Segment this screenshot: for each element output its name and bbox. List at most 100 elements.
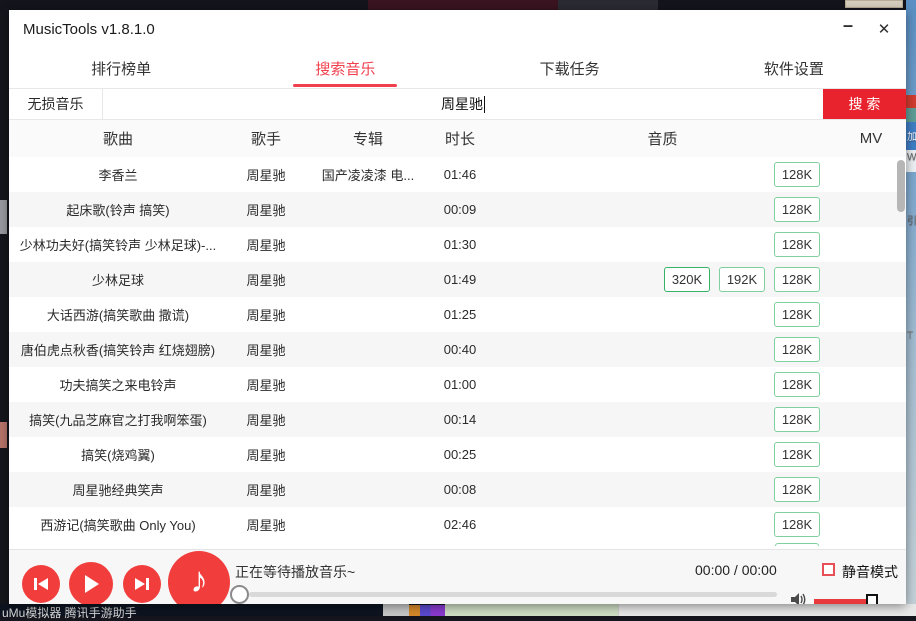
quality-download-button[interactable]: 320K xyxy=(664,267,710,292)
minimize-button[interactable]: – xyxy=(830,10,866,48)
quality-download-button[interactable]: 128K xyxy=(774,477,820,502)
duration: 01:49 xyxy=(431,272,489,287)
artist-name: 周星驰 xyxy=(227,200,305,219)
quality-cell: 128K xyxy=(489,407,836,432)
quality-download-button[interactable]: 128K xyxy=(774,337,820,362)
desktop-icon-label: W xyxy=(907,152,916,163)
table-row[interactable]: 起床歌(铃声 搞笑)周星驰00:09128K xyxy=(9,192,906,227)
text-caret xyxy=(484,96,485,113)
header-artist: 歌手 xyxy=(227,128,305,149)
quality-cell: 128K xyxy=(489,512,836,537)
player-bar: ♪ 正在等待播放音乐~ 00:00 / 00:00 静音模式 xyxy=(9,549,906,604)
musictools-window: MusicTools v1.8.1.0 – ✕ 排行榜单 搜索音乐 下载任务 软… xyxy=(9,10,906,604)
volume-handle[interactable] xyxy=(866,594,878,604)
duration: 01:30 xyxy=(431,237,489,252)
quality-cell: 128K xyxy=(489,372,836,397)
source-select[interactable]: 无损音乐 xyxy=(9,89,103,119)
table-row[interactable]: 少林足球周星驰 01:49 320K 192K 128K xyxy=(9,262,906,297)
duration: 00:40 xyxy=(431,342,489,357)
desktop-left-strip xyxy=(0,10,9,616)
table-row[interactable]: 周星驰经典笑声周星驰00:08128K xyxy=(9,472,906,507)
tab-bar: 排行榜单 搜索音乐 下载任务 软件设置 xyxy=(9,48,906,88)
header-quality: 音质 xyxy=(489,128,836,149)
header-album: 专辑 xyxy=(305,128,431,149)
quality-cell: 128K xyxy=(489,442,836,467)
quality-download-button[interactable]: 128K xyxy=(774,512,820,537)
previous-track-button[interactable] xyxy=(22,565,60,603)
volume-icon[interactable] xyxy=(791,592,808,604)
table-row[interactable]: 搞笑(烧鸡翼)周星驰00:25128K xyxy=(9,437,906,472)
table-row[interactable]: 搞笑(九品芝麻官之打我啊笨蛋)周星驰00:14128K xyxy=(9,402,906,437)
quality-download-button[interactable]: 128K xyxy=(774,232,820,257)
play-button[interactable] xyxy=(69,562,113,604)
close-button[interactable]: ✕ xyxy=(866,14,902,44)
artist-name: 周星驰 xyxy=(227,165,305,184)
next-track-button[interactable] xyxy=(123,565,161,603)
quality-download-button[interactable]: 128K xyxy=(774,372,820,397)
album-disc-button[interactable]: ♪ xyxy=(168,551,230,604)
desktop-top-strip xyxy=(0,0,916,10)
song-title: 少林功夫好(搞笑铃声 少林足球)-... xyxy=(9,235,227,254)
quality-download-button[interactable]: 128K xyxy=(774,197,820,222)
header-song: 歌曲 xyxy=(9,128,227,149)
progress-track[interactable] xyxy=(249,592,777,597)
desktop-icon-label: T xyxy=(907,330,916,341)
quality-cell: 128K xyxy=(489,162,836,187)
tab-settings[interactable]: 软件设置 xyxy=(682,48,906,88)
search-input[interactable]: 周星驰 xyxy=(103,89,823,119)
quality-download-button[interactable]: 128K xyxy=(774,267,820,292)
tab-download-tasks[interactable]: 下载任务 xyxy=(458,48,682,88)
tab-search-music[interactable]: 搜索音乐 xyxy=(233,48,457,88)
duration: 01:46 xyxy=(431,167,489,182)
quality-download-button[interactable]: 192K xyxy=(719,267,765,292)
taskbar-fragment xyxy=(383,604,409,616)
desktop-icon-label: 引 xyxy=(907,212,916,227)
taskbar-icons xyxy=(409,605,445,616)
table-row[interactable]: 李香兰周星驰国产凌凌漆 电...01:46128K xyxy=(9,157,906,192)
song-title: 唐伯虎点秋香(搞笑铃声 红烧翅膀) xyxy=(9,340,227,359)
quality-download-button[interactable]: 128K xyxy=(774,442,820,467)
mute-checkbox[interactable] xyxy=(822,563,835,576)
quality-download-button[interactable]: 128K xyxy=(774,302,820,327)
artist-name: 周星驰 xyxy=(227,480,305,499)
desktop-fragment xyxy=(368,0,558,10)
song-title: 李香兰 xyxy=(9,165,227,184)
artist-name: 周星驰 xyxy=(227,305,305,324)
progress-handle[interactable] xyxy=(230,585,249,604)
search-button[interactable]: 搜 索 xyxy=(823,89,906,119)
song-title: 少林足球 xyxy=(9,270,227,289)
table-row[interactable]: 功夫搞笑之来电铃声周星驰01:00128K xyxy=(9,367,906,402)
table-row[interactable]: 西游记(搞笑歌曲 Only You)周星驰02:46128K xyxy=(9,507,906,542)
duration: 00:08 xyxy=(431,482,489,497)
quality-cell: 128K xyxy=(489,302,836,327)
duration: 00:09 xyxy=(431,202,489,217)
play-icon xyxy=(83,575,99,593)
scrollbar-thumb[interactable] xyxy=(897,160,905,212)
table-header: 歌曲 歌手 专辑 时长 音质 MV xyxy=(9,120,906,157)
taskbar-fragment xyxy=(618,604,916,616)
table-row[interactable]: 大话西游(搞笑歌曲 撒谎)周星驰01:25128K xyxy=(9,297,906,332)
song-list: 李香兰周星驰国产凌凌漆 电...01:46128K起床歌(铃声 搞笑)周星驰00… xyxy=(9,157,906,546)
search-query-text: 周星驰 xyxy=(441,94,483,114)
quality-cell: 128K xyxy=(489,197,836,222)
desktop-fragment xyxy=(558,0,658,10)
table-row[interactable]: 唐伯虎点秋香(搞笑铃声 红烧翅膀)周星驰00:40128K xyxy=(9,332,906,367)
quality-download-button[interactable]: 128K xyxy=(774,162,820,187)
song-title: 搞笑(烧鸡翼) xyxy=(9,445,227,464)
song-title: 搞笑(九品芝麻官之打我啊笨蛋) xyxy=(9,410,227,429)
music-note-icon: ♪ xyxy=(190,562,208,598)
skip-previous-icon xyxy=(33,577,49,591)
artist-name: 周星驰 xyxy=(227,270,305,289)
header-mv: MV xyxy=(836,130,906,147)
quality-download-button[interactable]: 128K xyxy=(774,407,820,432)
table-row[interactable]: 少林功夫好(搞笑铃声 少林足球)-...周星驰01:30128K xyxy=(9,227,906,262)
desktop-fragment xyxy=(906,95,916,108)
header-duration: 时长 xyxy=(431,128,489,149)
desktop-fragment xyxy=(906,108,916,122)
taskbar-window-title: uMu模拟器 腾讯手游助手 xyxy=(2,604,137,621)
tab-ranking[interactable]: 排行榜单 xyxy=(9,48,233,88)
time-display: 00:00 / 00:00 xyxy=(695,562,777,578)
desktop-widget-fragment xyxy=(845,0,903,8)
quality-cell: 128K xyxy=(489,232,836,257)
quality-cell: 128K xyxy=(489,477,836,502)
